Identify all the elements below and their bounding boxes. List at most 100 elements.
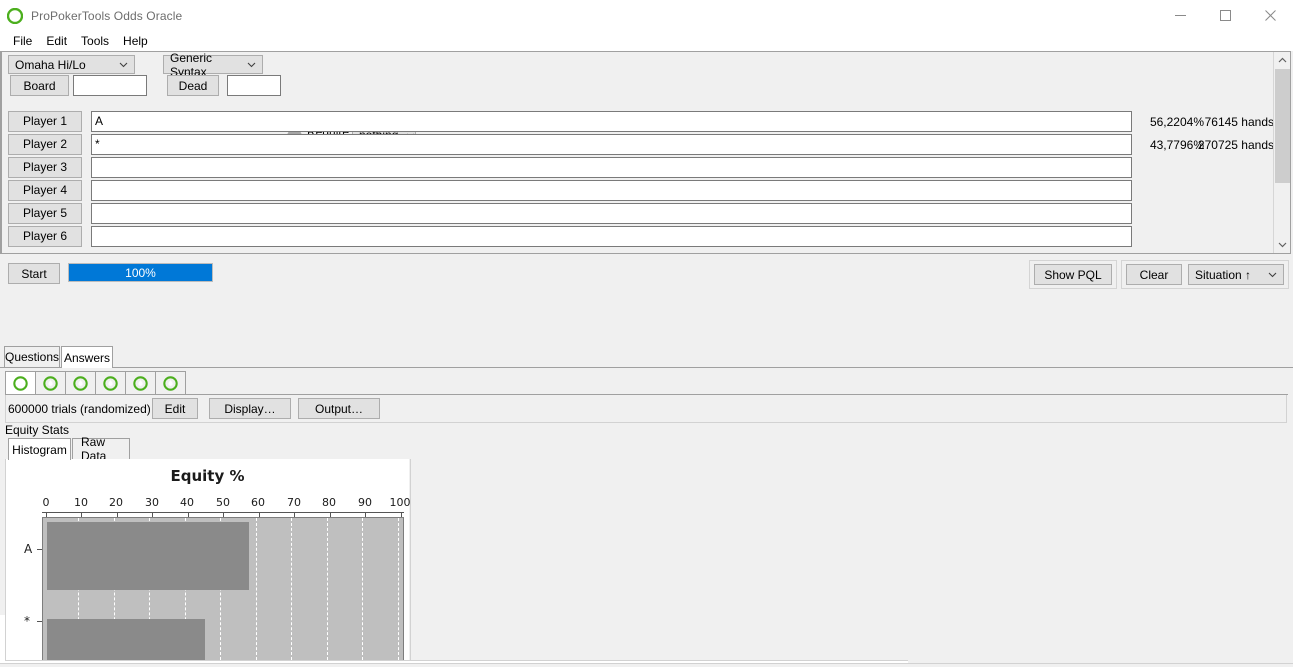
dead-button[interactable]: Dead [167, 75, 219, 96]
empty-area [908, 459, 1293, 663]
close-icon[interactable] [1248, 0, 1293, 31]
dead-input[interactable] [227, 75, 281, 96]
show-pql-button[interactable]: Show PQL [1034, 264, 1112, 285]
answer-tab-2[interactable] [35, 371, 66, 395]
maximize-icon[interactable] [1203, 0, 1248, 31]
droplet-ring-icon [163, 375, 178, 391]
droplet-ring-icon [6, 7, 24, 24]
answer-tab-6[interactable] [155, 371, 186, 395]
x-tick-label: 20 [109, 496, 123, 509]
chart-plot-area: 56,22 43,78 [42, 517, 404, 660]
run-toolbar-right: Show PQL Clear Situation ↑ [1025, 260, 1289, 289]
player-row: Player 3 [8, 156, 1132, 178]
tab-raw-data[interactable]: Raw Data [72, 435, 130, 463]
player-1-hands: 76145 hands [1204, 115, 1273, 129]
player-6-button[interactable]: Player 6 [8, 225, 82, 247]
droplet-ring-icon [13, 375, 28, 391]
window-controls [1158, 0, 1293, 31]
scrollbar-thumb[interactable] [1275, 69, 1290, 183]
menu-edit[interactable]: Edit [39, 31, 74, 51]
x-tick-label: 100 [389, 496, 411, 509]
scroll-down-icon[interactable] [1274, 236, 1290, 253]
equity-histogram-chart: Equity % 0 10 20 30 40 50 60 70 80 90 10… [6, 459, 411, 660]
window-bottom-edge [0, 663, 1293, 667]
menu-file[interactable]: File [6, 31, 39, 51]
menu-bar: File Edit Tools Help [0, 31, 1293, 52]
title-bar: ProPokerTools Odds Oracle [0, 0, 1293, 31]
player-3-input[interactable] [91, 156, 1132, 178]
player-4-button[interactable]: Player 4 [8, 179, 82, 201]
gridline [362, 518, 364, 660]
answer-tab-5[interactable] [125, 371, 156, 395]
syntax-select[interactable]: Generic Syntax [163, 52, 263, 79]
menu-help[interactable]: Help [116, 31, 155, 51]
game-type-value: Omaha Hi/Lo [15, 57, 86, 72]
config-scrollbar[interactable] [1273, 52, 1290, 253]
output-button[interactable]: Output… [298, 398, 380, 419]
tab-answers[interactable]: Answers [61, 346, 113, 368]
player-3-button[interactable]: Player 3 [8, 156, 82, 178]
x-tick-label: 70 [287, 496, 301, 509]
histogram-right-panel [410, 459, 909, 660]
player-row: Player 6 [8, 225, 1132, 247]
player-5-button[interactable]: Player 5 [8, 202, 82, 224]
player-4-input[interactable] [91, 179, 1132, 201]
configuration-panel: Omaha Hi/Lo Generic Syntax Board Dead Re… [0, 51, 1291, 254]
player-5-input[interactable] [91, 202, 1132, 224]
show-pql-group: Show PQL [1029, 260, 1117, 289]
clear-button[interactable]: Clear [1126, 264, 1182, 285]
bar-shadow [47, 522, 249, 590]
start-button[interactable]: Start [8, 263, 60, 284]
situation-value: Situation ↑ [1195, 267, 1252, 282]
answer-tab-3[interactable] [65, 371, 96, 395]
menu-tools[interactable]: Tools [74, 31, 116, 51]
x-tick-label: 40 [180, 496, 194, 509]
tab-questions[interactable]: Questions [4, 346, 60, 367]
game-type-select[interactable]: Omaha Hi/Lo [8, 55, 135, 74]
player-row: Player 1 A [8, 110, 1132, 132]
answer-tab-4[interactable] [95, 371, 126, 395]
droplet-ring-icon [73, 375, 88, 391]
player-1-input[interactable]: A [91, 110, 1132, 132]
histogram-panel: Equity % 0 10 20 30 40 50 60 70 80 90 10… [5, 459, 909, 661]
stats-tabstrip: Histogram Raw Data [5, 435, 1288, 463]
answer-icon-tabs [5, 370, 1288, 395]
player-6-input[interactable] [91, 225, 1132, 247]
scroll-up-icon[interactable] [1274, 52, 1290, 69]
tab-histogram[interactable]: Histogram [8, 438, 71, 460]
equity-stats-label: Equity Stats [5, 423, 70, 437]
player-2-button[interactable]: Player 2 [8, 133, 82, 155]
situation-select[interactable]: Situation ↑ [1188, 264, 1284, 285]
chart-title: Equity % [170, 467, 245, 485]
bar-shadow [47, 619, 205, 660]
edit-button[interactable]: Edit [152, 398, 198, 419]
player-2-input[interactable]: * [91, 133, 1132, 155]
x-tick-label: 90 [358, 496, 372, 509]
gridline [291, 518, 293, 660]
gridline [327, 518, 329, 660]
trials-label: 600000 trials (randomized) [8, 401, 151, 416]
droplet-ring-icon [133, 375, 148, 391]
player-2-equity: 43,7796% [1149, 138, 1204, 152]
player-1-button[interactable]: Player 1 [8, 110, 82, 132]
minimize-icon[interactable] [1158, 0, 1203, 31]
main-tabstrip: Questions Answers [0, 345, 1293, 368]
bar-group: 43,78 [43, 615, 205, 660]
gridline [398, 518, 400, 660]
progress-bar: 100% [68, 263, 213, 282]
category-label: A [24, 542, 33, 556]
answer-tab-1[interactable] [5, 371, 36, 395]
gridline [256, 518, 258, 660]
x-tick-label: 10 [74, 496, 88, 509]
window-title: ProPokerTools Odds Oracle [31, 8, 183, 23]
scrollbar-track[interactable] [1274, 69, 1290, 236]
board-input[interactable] [73, 75, 147, 96]
player-row: Player 2 * [8, 133, 1132, 155]
display-button[interactable]: Display… [209, 398, 291, 419]
droplet-ring-icon [43, 375, 58, 391]
chart-x-axis-labels: 0 10 20 30 40 50 60 70 80 90 100 [6, 496, 411, 510]
chevron-down-icon [119, 62, 128, 68]
player-row: Player 4 [8, 179, 1132, 201]
board-button[interactable]: Board [10, 75, 69, 96]
window-body: Omaha Hi/Lo Generic Syntax Board Dead Re… [0, 51, 1293, 667]
